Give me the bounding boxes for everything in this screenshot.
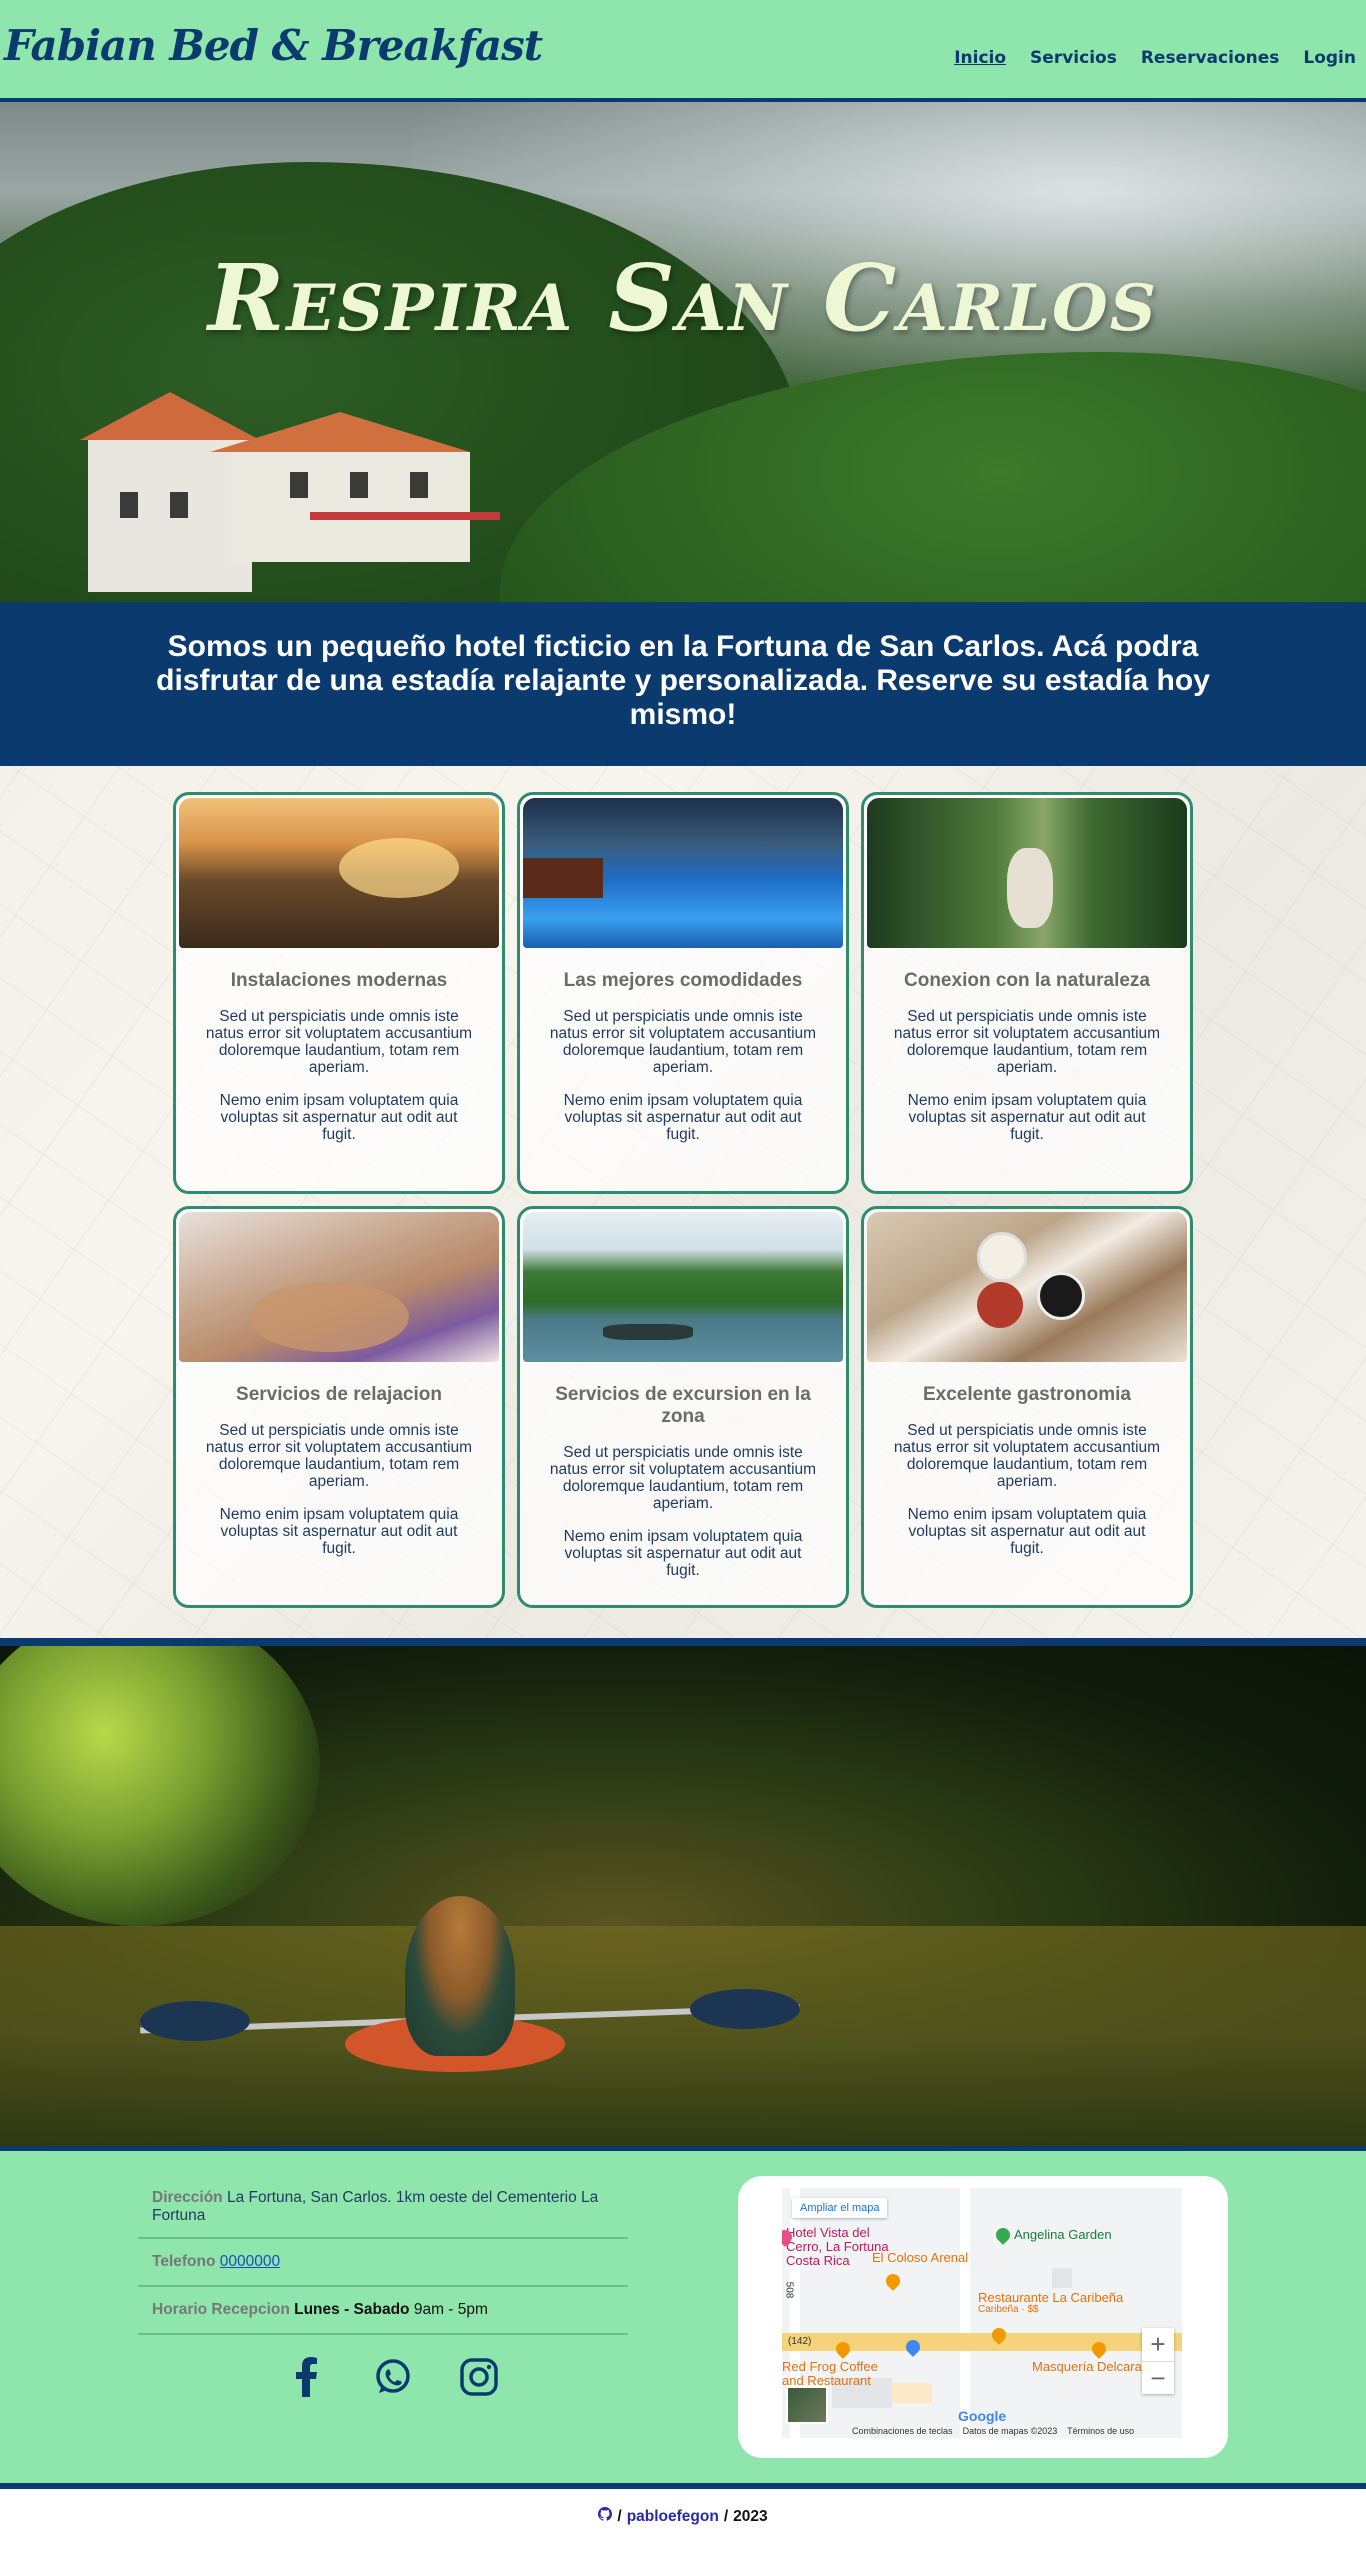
feature-text: Nemo enim ipsam voluptatem quia voluptas…: [907, 1506, 1147, 1557]
forest-hiker-image: [867, 798, 1187, 948]
nav-reservaciones[interactable]: Reservaciones: [1141, 48, 1280, 68]
zoom-in-button[interactable]: +: [1142, 2328, 1174, 2361]
nav-login[interactable]: Login: [1303, 48, 1356, 68]
map-attribution: Combinaciones de teclas Datos de mapas ©…: [852, 2426, 1134, 2436]
address-label: Dirección: [152, 2189, 223, 2206]
features-section: Instalaciones modernas Sed ut perspiciat…: [0, 766, 1366, 1638]
feature-text: Sed ut perspiciatis unde omnis iste natu…: [205, 1422, 473, 1490]
feature-title: Instalaciones modernas: [230, 970, 448, 991]
github-icon[interactable]: [598, 2507, 613, 2526]
credit-sep: /: [723, 2507, 729, 2525]
feature-text: Sed ut perspiciatis unde omnis iste natu…: [549, 1008, 817, 1076]
map-label-caribena-sub: Caribeña · $$: [978, 2304, 1039, 2315]
feature-title: Servicios de excursion en la zona: [555, 1384, 811, 1427]
feature-title: Conexion con la naturaleza: [904, 970, 1150, 991]
map-pin-coloso-icon[interactable]: [883, 2271, 903, 2291]
phone-label: Telefono: [152, 2253, 216, 2270]
kayak-paddle-blade: [140, 2001, 250, 2041]
phone-link[interactable]: 0000000: [220, 2253, 280, 2270]
feature-title: Excelente gastronomia: [922, 1384, 1132, 1405]
contact-section: Dirección La Fortuna, San Carlos. 1km oe…: [0, 2146, 1366, 2483]
nav-inicio[interactable]: Inicio: [954, 48, 1006, 68]
feature-text: Nemo enim ipsam voluptatem quia voluptas…: [907, 1092, 1147, 1143]
feature-card: Instalaciones modernas Sed ut perspiciat…: [173, 792, 505, 1194]
hours-row: Horario Recepcion Lunes - Sabado 9am - 5…: [138, 2287, 628, 2335]
feature-card: Excelente gastronomia Sed ut perspiciati…: [861, 1206, 1193, 1608]
food-image: [867, 1212, 1187, 1362]
kayak-person: [405, 1896, 515, 2056]
enlarge-map-link[interactable]: Ampliar el mapa: [792, 2198, 888, 2218]
nav-servicios[interactable]: Servicios: [1030, 48, 1117, 68]
kayak-paddle-blade: [690, 1989, 800, 2029]
feature-text: Sed ut perspiciatis unde omnis iste natu…: [893, 1422, 1161, 1490]
intro-band: Somos un pequeño hotel ficticio en la Fo…: [0, 602, 1366, 766]
phone-row: Telefono 0000000: [138, 2239, 628, 2287]
google-logo: Google: [958, 2408, 1007, 2424]
pool-image: [523, 798, 843, 948]
hours-label: Horario Recepcion: [152, 2301, 290, 2318]
hero-house-image: [60, 392, 500, 592]
feature-card: Servicios de relajacion Sed ut perspicia…: [173, 1206, 505, 1608]
main-nav: Inicio Servicios Reservaciones Login: [954, 48, 1356, 68]
map-card: Ampliar el mapa Hotel Vista del Cerro, L…: [738, 2176, 1228, 2458]
map-road-number: (142): [788, 2336, 812, 2347]
whatsapp-icon[interactable]: [367, 2351, 419, 2403]
credit-footer: / pabloefegon / 2023: [0, 2489, 1366, 2544]
feature-text: Sed ut perspiciatis unde omnis iste natu…: [893, 1008, 1161, 1076]
features-grid: Instalaciones modernas Sed ut perspiciat…: [173, 792, 1193, 1608]
kayak-foliage: [0, 1646, 320, 1926]
hours-value: 9am - 5pm: [413, 2301, 488, 2318]
feature-text: Nemo enim ipsam voluptatem quia voluptas…: [563, 1528, 803, 1579]
hero-title: Respira San Carlos: [207, 244, 1159, 352]
address-row: Dirección La Fortuna, San Carlos. 1km oe…: [138, 2177, 628, 2239]
map-zoom-control: + −: [1142, 2328, 1174, 2394]
map-terms-link[interactable]: Términos de uso: [1067, 2426, 1134, 2436]
map-data-credit: Datos de mapas ©2023: [962, 2426, 1058, 2436]
feature-text: Sed ut perspiciatis unde omnis iste natu…: [205, 1008, 473, 1076]
google-map[interactable]: Ampliar el mapa Hotel Vista del Cerro, L…: [782, 2188, 1182, 2438]
brand-logo[interactable]: Fabian Bed & Breakfast: [4, 21, 543, 70]
site-header: Fabian Bed & Breakfast Inicio Servicios …: [0, 0, 1366, 102]
map-label-masqueria[interactable]: Masquería Delcarajo: [1032, 2360, 1152, 2374]
map-pin-angelina-icon[interactable]: [993, 2225, 1013, 2245]
feature-text: Nemo enim ipsam voluptatem quia voluptas…: [219, 1092, 459, 1143]
map-road-number: 508: [783, 2281, 795, 2299]
terrace-image: [179, 798, 499, 948]
kayak-image: [0, 1646, 1366, 2146]
credit-year: 2023: [733, 2507, 768, 2525]
section-divider: [0, 1638, 1366, 1646]
feature-text: Nemo enim ipsam voluptatem quia voluptas…: [563, 1092, 803, 1143]
hours-days: Lunes - Sabado: [294, 2301, 410, 2318]
credit-sep: /: [617, 2507, 622, 2525]
feature-title: Servicios de relajacion: [236, 1384, 442, 1405]
map-shortcuts-link[interactable]: Combinaciones de teclas: [852, 2426, 953, 2436]
feature-text: Sed ut perspiciatis unde omnis iste natu…: [549, 1444, 817, 1512]
facebook-icon[interactable]: [281, 2351, 333, 2403]
intro-text: Somos un pequeño hotel ficticio en la Fo…: [156, 630, 1210, 731]
feature-text: Nemo enim ipsam voluptatem quia voluptas…: [219, 1506, 459, 1557]
map-label-angelina[interactable]: Angelina Garden: [1014, 2228, 1112, 2242]
contact-info: Dirección La Fortuna, San Carlos. 1km oe…: [138, 2177, 628, 2403]
spa-massage-image: [179, 1212, 499, 1362]
author-link[interactable]: pabloefegon: [627, 2508, 719, 2526]
map-label-coloso[interactable]: El Coloso Arenal: [872, 2251, 968, 2265]
feature-title: Las mejores comodidades: [563, 970, 803, 991]
feature-card: Las mejores comodidades Sed ut perspicia…: [517, 792, 849, 1194]
map-label-frog[interactable]: Red Frog Coffee and Restaurant: [782, 2360, 892, 2388]
map-satellite-thumbnail[interactable]: [786, 2386, 828, 2424]
feature-card: Servicios de excursion en la zona Sed ut…: [517, 1206, 849, 1608]
boat-excursion-image: [523, 1212, 843, 1362]
zoom-out-button[interactable]: −: [1142, 2361, 1174, 2394]
instagram-icon[interactable]: [453, 2351, 505, 2403]
social-links: [138, 2351, 628, 2403]
hero-banner: Respira San Carlos: [0, 102, 1366, 602]
feature-card: Conexion con la naturaleza Sed ut perspi…: [861, 792, 1193, 1194]
